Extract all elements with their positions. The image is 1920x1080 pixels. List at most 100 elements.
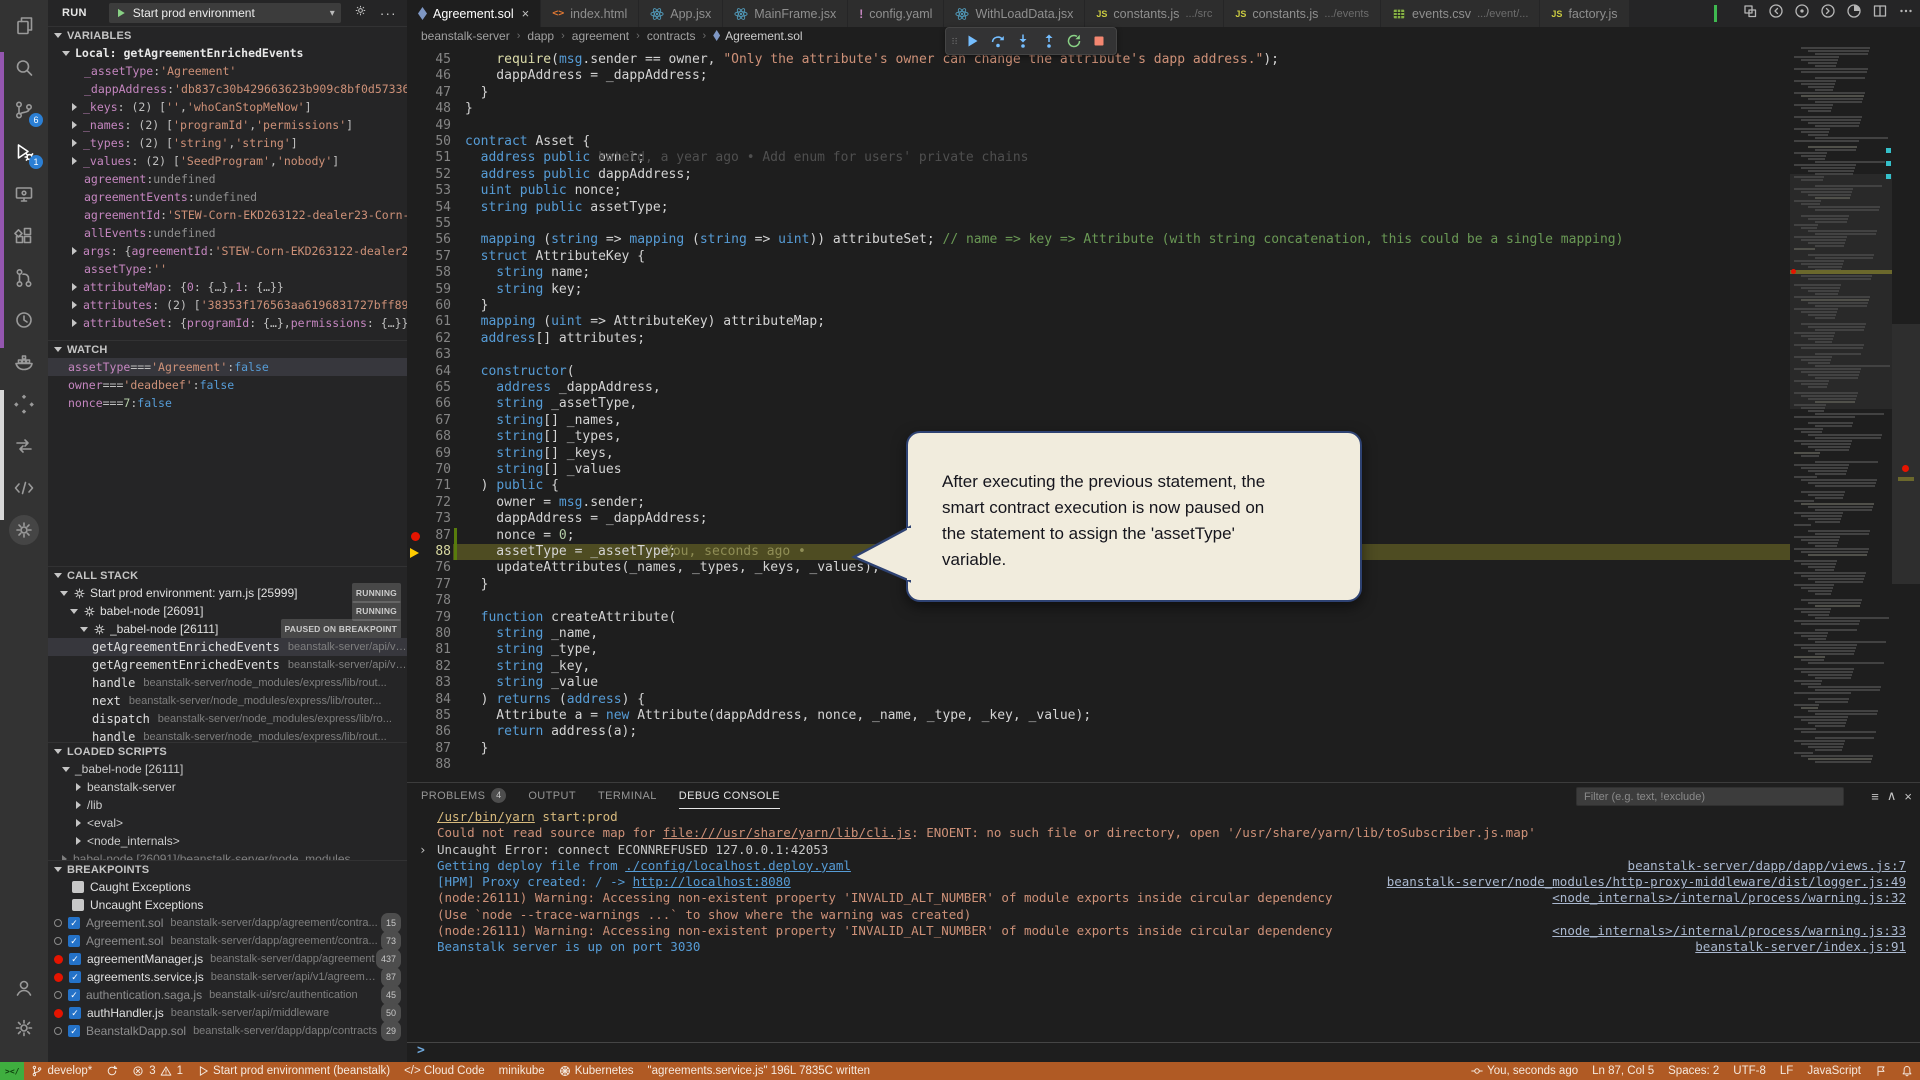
status-problems[interactable]: 31 [125,1062,190,1080]
line-number[interactable]: 78 [407,593,451,609]
line-number[interactable]: 61 [407,314,451,330]
breakpoint-row[interactable]: ✓ Agreement.sol beanstalk-server/dapp/agre… [48,913,407,933]
breadcrumb-item[interactable]: beanstalk-server [421,29,510,43]
chevron-right-icon[interactable] [76,837,81,845]
breakpoint-row[interactable]: ✓ Agreement.sol beanstalk-server/dapp/agre… [48,931,407,951]
line-number[interactable]: 45 [407,52,451,68]
scrollbar-slider[interactable] [1892,324,1920,584]
status-minikube[interactable]: minikube [492,1062,552,1080]
status-eol[interactable]: LF [1773,1062,1800,1080]
checkbox[interactable]: ✓ [68,917,80,929]
debug-console-input[interactable]: > [407,1042,1920,1062]
close-icon[interactable]: × [522,6,530,21]
checkbox[interactable]: ✓ [69,971,81,983]
breakpoint-toggle-row[interactable]: Caught Exceptions [48,878,407,896]
code-line-62[interactable]: 62 address[] attributes; [407,331,1790,347]
code-line-50[interactable]: 50 contract Asset { [407,134,1790,150]
variable-row[interactable]: attributes: (2) ['38353f176563aa61968317… [48,296,407,314]
line-number[interactable]: 54 [407,200,451,216]
line-number[interactable]: 73 [407,511,451,527]
line-number[interactable]: 85 [407,708,451,724]
status-cursor-position[interactable]: Ln 87, Col 5 [1585,1062,1661,1080]
chevron-down-icon[interactable] [80,626,88,632]
checkbox[interactable] [72,881,84,893]
line-number[interactable]: 80 [407,626,451,642]
loaded-script-row[interactable]: _babel-node [26111] [48,760,407,778]
code-line-51[interactable]: 51 address public owner; koteld, a year a… [407,150,1790,166]
more-actions-icon[interactable]: ··· [380,5,397,21]
variable-row[interactable]: _dappAddress: 'db837c30b429663623b909c8b… [48,80,407,98]
code-line-88[interactable]: 88 [407,757,1790,773]
variable-row[interactable]: assetType: '' [48,260,407,278]
tab-mainframe-jsx[interactable]: MainFrame.jsx [723,0,849,27]
line-number[interactable]: 71 [407,478,451,494]
console-source-link[interactable]: <node_internals>/internal/process/warnin… [1552,923,1906,939]
code-line-59[interactable]: 59 string key; [407,282,1790,298]
open-changes-icon[interactable] [1742,3,1758,24]
line-number[interactable]: 83 [407,675,451,691]
callstack-frame[interactable]: handle beanstalk-server/node_modules/expr… [48,674,407,692]
line-number[interactable]: 77 [407,577,451,593]
activity-item-timeline[interactable] [0,300,48,340]
line-number[interactable]: 79 [407,610,451,626]
breakpoint-toggle-row[interactable]: Uncaught Exceptions [48,896,407,914]
variables-header[interactable]: VARIABLES [48,26,407,44]
line-number[interactable]: 53 [407,183,451,199]
activity-item-run-and-debug[interactable]: 1 [0,132,48,172]
panel-tab-debug-console[interactable]: DEBUG CONSOLE [678,783,780,809]
status-feedback[interactable] [1868,1062,1894,1080]
line-number[interactable]: 51 [407,150,451,166]
panel-tab-output[interactable]: OUTPUT [528,783,576,809]
code-line-83[interactable]: 83 string _value [407,675,1790,691]
watch-row[interactable]: owner === 'deadbeef': false [48,376,407,394]
line-number[interactable]: 56 [407,232,451,248]
code-line-53[interactable]: 53 uint public nonce; [407,183,1790,199]
nav-back-icon[interactable] [1768,3,1784,24]
line-number[interactable]: 47 [407,85,451,101]
step-over-button[interactable] [985,29,1010,53]
maximize-panel-icon[interactable]: ∧ [1887,788,1897,804]
variable-row[interactable]: Local: getAgreementEnrichedEvents [48,44,407,62]
chevron-right-icon[interactable] [72,121,77,129]
breakpoint-row[interactable]: ✓ agreements.service.js beanstalk-server/a… [48,967,407,987]
watch-row[interactable]: nonce === 7: false [48,394,407,412]
remote-indicator[interactable]: ></ [0,1062,25,1080]
chevron-right-icon[interactable] [72,301,77,309]
code-line-56[interactable]: 56 mapping (string => mapping (string =>… [407,232,1790,248]
line-number[interactable]: 46 [407,68,451,84]
tab-factory-js[interactable]: JS factory.js [1540,0,1630,27]
continue-button[interactable] [960,29,985,53]
activity-item-settings[interactable] [0,1008,48,1048]
line-number[interactable]: 49 [407,118,451,134]
callstack-frame[interactable]: getAgreementEnrichedEvents beanstalk-serv… [48,656,407,674]
watch-row[interactable]: assetType === 'Agreement': false [48,358,407,376]
variable-row[interactable]: attributeMap: {0: {…}, 1: {…}} [48,278,407,296]
close-panel-icon[interactable]: × [1904,789,1912,804]
console-source-link[interactable]: beanstalk-server/node_modules/http-proxy… [1387,874,1906,890]
line-number[interactable]: 58 [407,265,451,281]
activity-item-pull-requests[interactable] [0,258,48,298]
code-line-67[interactable]: 67 string[] _names, [407,413,1790,429]
loaded-script-row[interactable]: beanstalk-server [48,778,407,796]
breadcrumb-item[interactable]: agreement [572,29,629,43]
stop-button[interactable] [1087,29,1112,53]
code-line-86[interactable]: 86 return address(a); [407,724,1790,740]
loaded-script-row[interactable]: /lib [48,796,407,814]
loaded-scripts-header[interactable]: LOADED SCRIPTS [48,742,407,760]
status-notifications[interactable] [1894,1062,1920,1080]
code-line-63[interactable]: 63 [407,347,1790,363]
code-line-65[interactable]: 65 address _dappAddress, [407,380,1790,396]
code-line-64[interactable]: 64 constructor( [407,364,1790,380]
console-filter-input[interactable] [1576,787,1844,806]
line-number[interactable]: 67 [407,413,451,429]
watch-header[interactable]: WATCH [48,340,407,358]
status-encoding[interactable]: UTF-8 [1726,1062,1773,1080]
variable-row[interactable]: _names: (2) ['programId', 'permissions'] [48,116,407,134]
status-language-mode[interactable]: JavaScript [1800,1062,1868,1080]
chevron-down-icon[interactable] [60,590,68,596]
step-into-button[interactable] [1011,29,1036,53]
line-number[interactable]: 50 [407,134,451,150]
line-number[interactable]: 62 [407,331,451,347]
activity-item-source-control[interactable]: 6 [0,90,48,130]
checkbox[interactable]: ✓ [69,953,81,965]
